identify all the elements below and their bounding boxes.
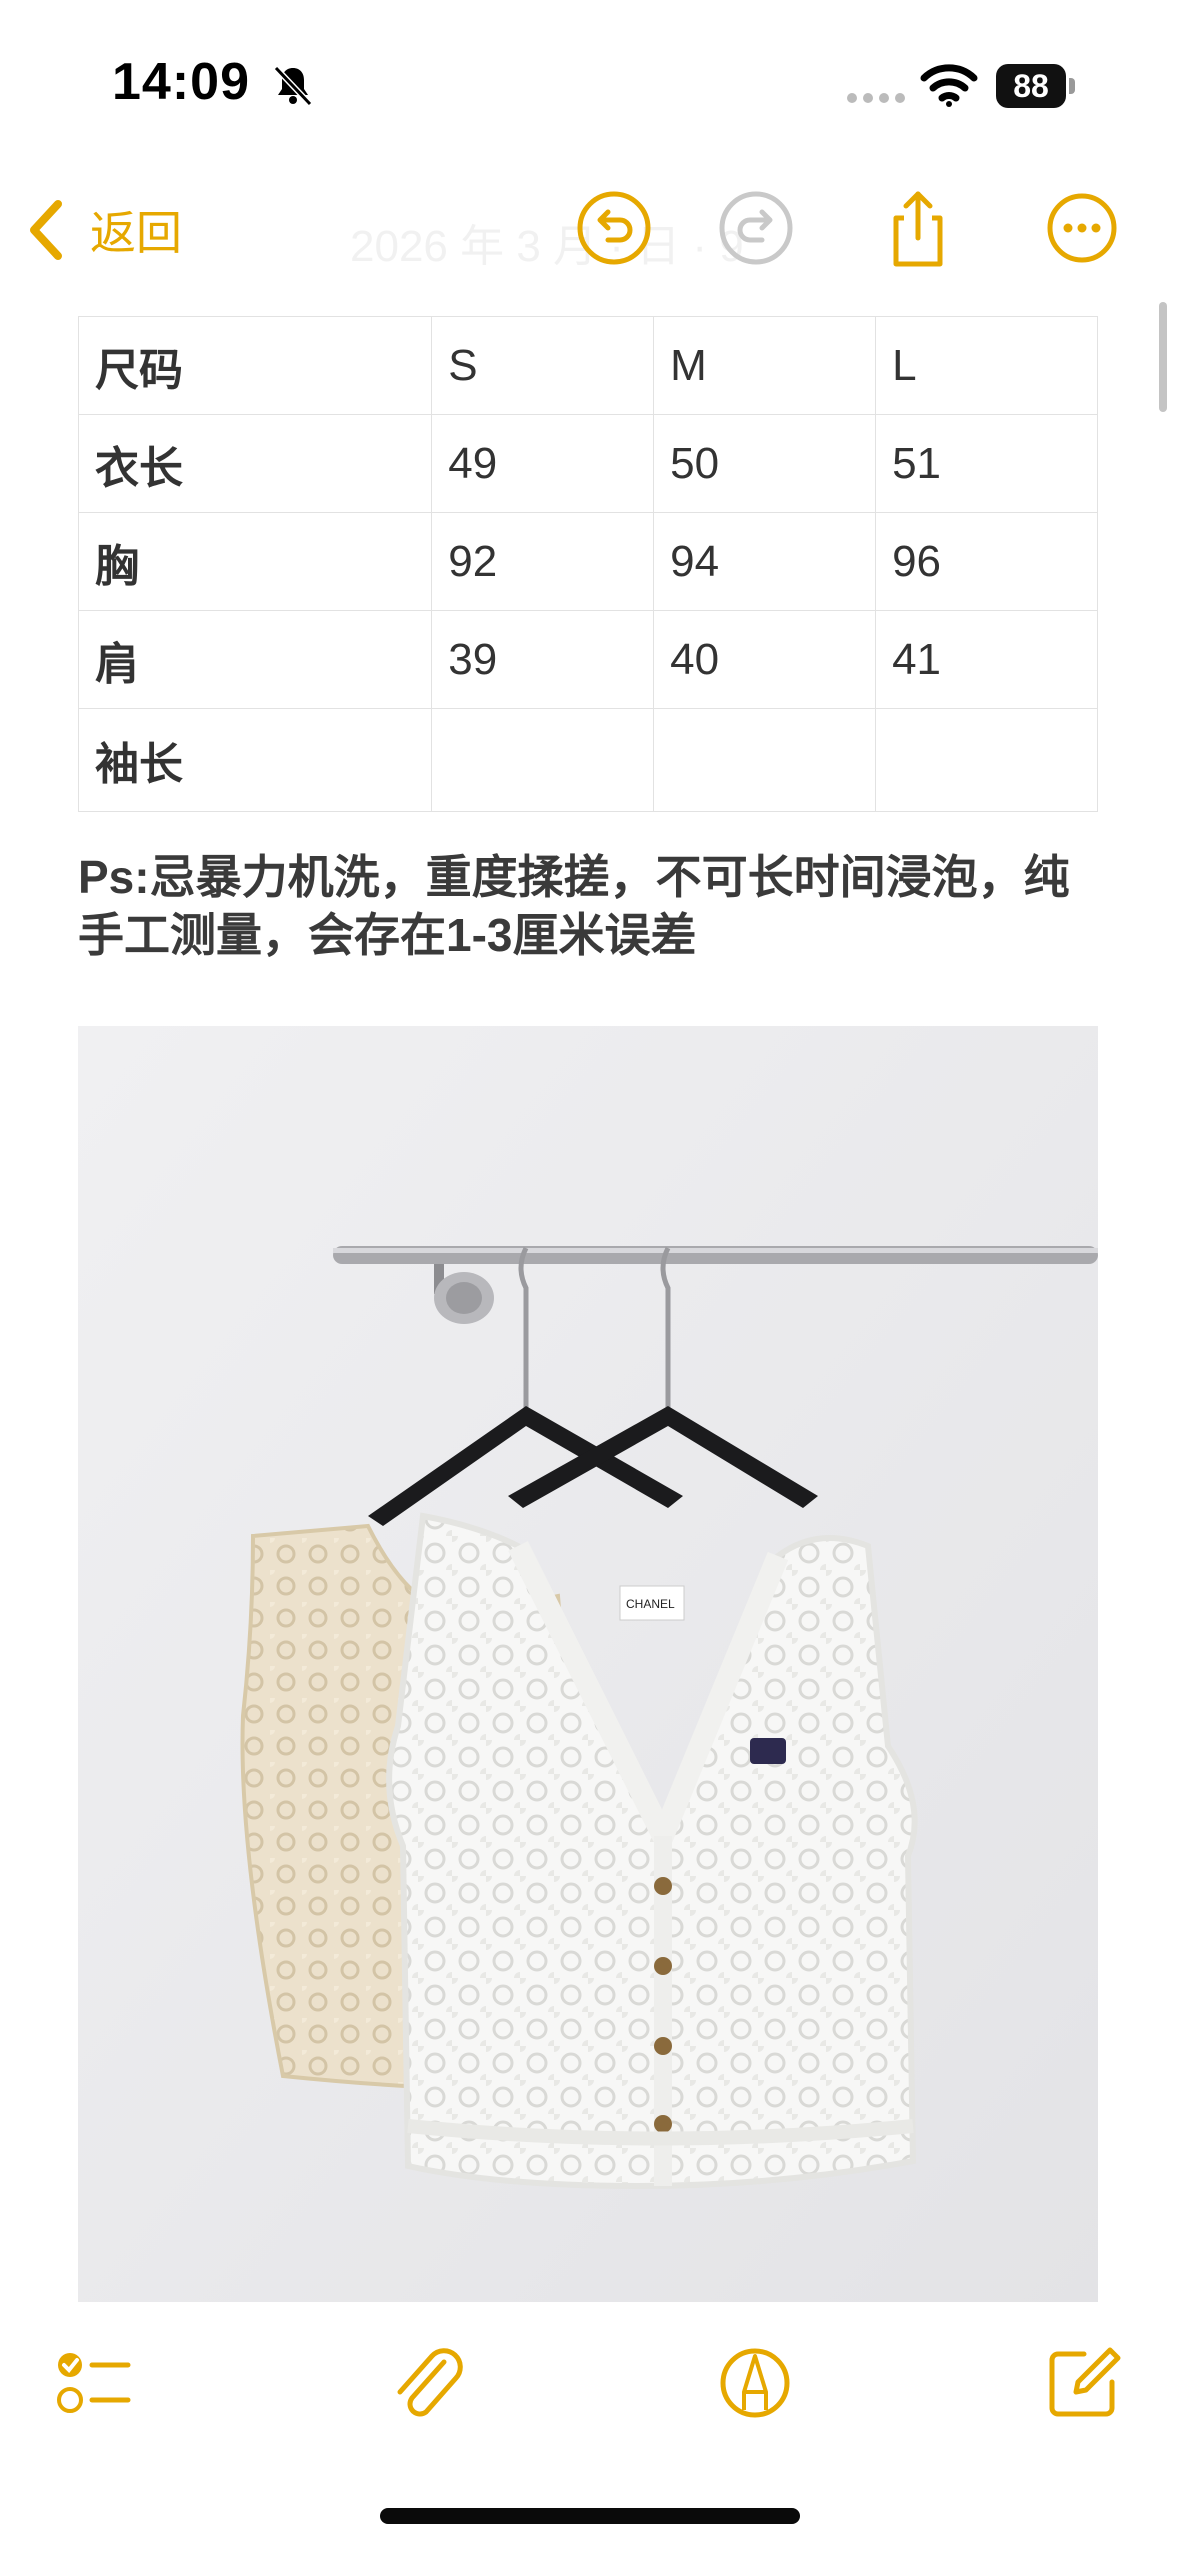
back-button[interactable]: 返回 [24, 190, 182, 270]
status-time: 14:09 [112, 53, 250, 111]
cellular-dots-icon [847, 93, 905, 103]
wifi-icon [920, 64, 978, 107]
table-header-row: 尺码 S M L [77, 316, 1098, 415]
table-cell[interactable]: 41 [875, 610, 1098, 709]
table-cell[interactable]: S [431, 316, 655, 415]
table-cell[interactable]: 51 [875, 414, 1098, 513]
battery-level: 88 [996, 64, 1066, 108]
table-cell[interactable] [653, 708, 877, 812]
scroll-indicator[interactable] [1159, 302, 1167, 412]
table-row: 肩 39 40 41 [77, 610, 1098, 709]
table-row: 袖长 [77, 708, 1098, 812]
battery-icon: 88 [996, 64, 1076, 108]
home-indicator[interactable] [380, 2508, 800, 2524]
garment-label-text: CHANEL [626, 1597, 675, 1611]
table-cell[interactable] [875, 708, 1098, 812]
markup-pen-icon[interactable] [712, 2340, 798, 2426]
redo-icon[interactable] [714, 186, 798, 270]
back-label: 返回 [90, 207, 182, 259]
table-cell[interactable]: 50 [653, 414, 877, 513]
table-cell[interactable]: L [875, 316, 1098, 415]
vest-photo[interactable]: CHANEL [78, 1026, 1098, 2302]
size-table: 尺码 S M L 衣长 49 50 51 胸 92 94 96 肩 39 40 … [77, 316, 1098, 812]
table-cell[interactable]: M [653, 316, 877, 415]
note-body-text[interactable]: Ps:忌暴力机洗，重度揉搓，不可长时间浸泡，纯手工测量，会存在1-3厘米误差 [78, 848, 1108, 964]
share-icon[interactable] [876, 186, 960, 270]
table-row: 衣长 49 50 51 [77, 414, 1098, 513]
status-bar: 14:09 88 [0, 0, 1179, 170]
table-cell[interactable]: 肩 [77, 610, 433, 709]
paperclip-icon[interactable] [384, 2340, 470, 2426]
table-cell[interactable]: 胸 [77, 512, 433, 611]
table-cell[interactable]: 49 [431, 414, 655, 513]
table-cell[interactable]: 92 [431, 512, 655, 611]
table-cell[interactable] [431, 708, 655, 812]
table-cell[interactable]: 96 [875, 512, 1098, 611]
bell-slash-icon [273, 65, 313, 107]
table-cell[interactable]: 40 [653, 610, 877, 709]
table-row: 胸 92 94 96 [77, 512, 1098, 611]
note-date-title: 2026 年 3 月 · 日 · 9 [350, 222, 744, 271]
vest-photo-illustration: CHANEL [78, 1026, 1098, 2302]
table-cell[interactable]: 袖长 [77, 708, 433, 812]
chevron-left-icon [30, 200, 62, 260]
nav-bar: 返回 2026 年 3 月 · 日 · 9 [0, 180, 1179, 280]
table-cell[interactable]: 39 [431, 610, 655, 709]
table-cell[interactable]: 尺码 [77, 316, 433, 415]
compose-icon[interactable] [1040, 2340, 1126, 2426]
table-cell[interactable]: 衣长 [77, 414, 433, 513]
bottom-toolbar [0, 2320, 1179, 2450]
checklist-icon[interactable] [50, 2340, 136, 2426]
more-icon[interactable] [1040, 186, 1124, 270]
table-cell[interactable]: 94 [653, 512, 877, 611]
undo-icon[interactable] [572, 186, 656, 270]
